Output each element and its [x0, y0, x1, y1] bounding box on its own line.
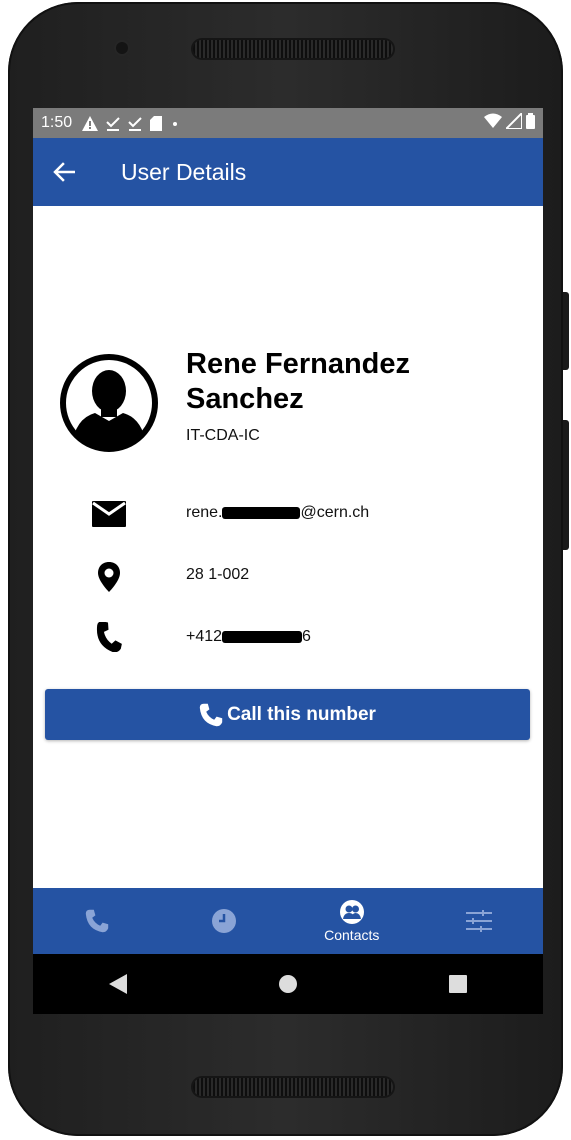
settings-sliders-icon [466, 910, 493, 932]
dot-icon [173, 121, 178, 126]
phone-icon [91, 619, 127, 655]
power-button [563, 292, 569, 370]
contacts-icon [339, 900, 364, 924]
square-recents-icon [449, 975, 467, 993]
call-button[interactable]: Call this number [45, 689, 530, 740]
arrow-back-icon [53, 162, 75, 182]
back-button[interactable] [53, 162, 103, 182]
status-bar: 1:50 [33, 108, 543, 138]
app-bar: User Details [33, 138, 543, 206]
user-phone[interactable]: +412 6 [186, 628, 311, 646]
status-time: 1:50 [41, 114, 73, 131]
user-details-content: Rene Fernandez Sanchez IT-CDA-IC rene. @c… [33, 206, 543, 888]
wifi-icon [484, 113, 502, 128]
front-camera [116, 42, 128, 54]
sd-card-icon [150, 115, 163, 131]
user-department: IT-CDA-IC [186, 427, 260, 444]
user-email[interactable]: rene. @cern.ch [186, 504, 369, 522]
download-done-icon [128, 116, 142, 131]
email-suffix: @cern.ch [300, 504, 370, 521]
location-icon [91, 559, 127, 595]
download-done-icon [106, 116, 120, 131]
battery-icon [526, 113, 535, 129]
bottom-navigation: Contacts [33, 888, 543, 954]
system-recents-button[interactable] [428, 964, 488, 1004]
history-icon [212, 909, 237, 933]
phone-icon [199, 703, 223, 726]
warning-icon [82, 115, 99, 131]
user-office: 28 1-002 [186, 566, 250, 583]
nav-item-contacts[interactable]: Contacts [288, 888, 416, 954]
system-home-button[interactable] [258, 964, 318, 1004]
triangle-back-icon [109, 974, 127, 994]
top-speaker [193, 40, 393, 58]
nav-label-contacts: Contacts [324, 927, 380, 943]
redacted-block [222, 506, 301, 519]
redacted-block [222, 630, 303, 643]
nav-item-phone[interactable] [33, 888, 161, 954]
system-navigation-bar [33, 954, 543, 1014]
user-name: Rene Fernandez Sanchez [186, 348, 410, 415]
system-back-button[interactable] [88, 964, 148, 1004]
phone-suffix: 6 [302, 628, 311, 645]
phone-prefix: +412 [186, 628, 223, 645]
email-prefix: rene. [186, 504, 223, 521]
avatar-icon [60, 354, 158, 452]
bottom-speaker [193, 1078, 393, 1096]
email-icon [91, 496, 127, 532]
circle-home-icon [279, 975, 297, 993]
screen: 1:50 User Details Rene Fernandez Sanchez… [33, 108, 543, 1014]
signal-icon [506, 113, 522, 129]
nav-item-settings[interactable] [416, 888, 544, 954]
nav-item-history[interactable] [161, 888, 289, 954]
page-title: User Details [121, 158, 247, 185]
call-button-label: Call this number [227, 703, 376, 725]
volume-button [563, 420, 569, 550]
phone-icon [85, 909, 108, 933]
